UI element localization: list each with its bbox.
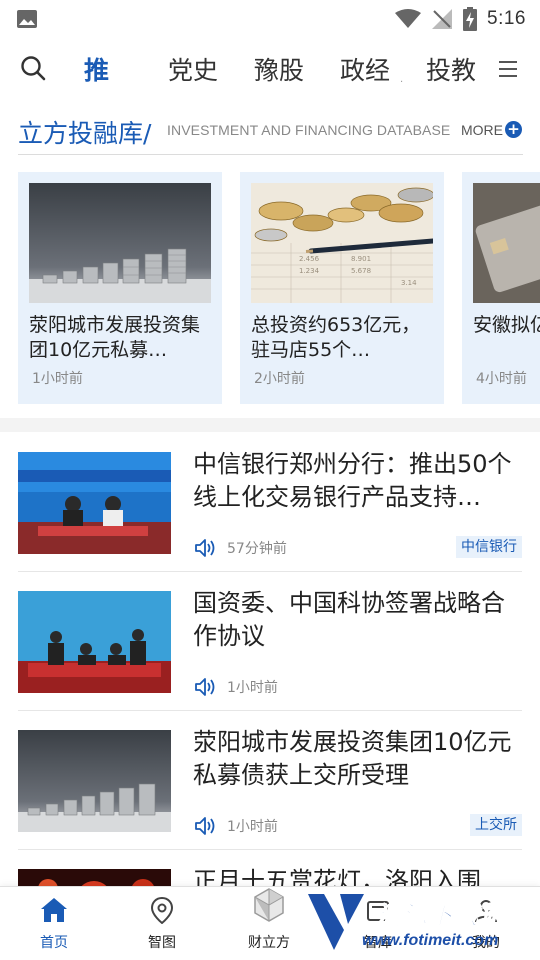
svg-text:5.678: 5.678 bbox=[351, 267, 371, 275]
no-signal-icon bbox=[432, 9, 453, 29]
news-time: 1小时前 bbox=[227, 680, 278, 696]
menu-icon[interactable] bbox=[497, 58, 519, 80]
news-image-signing-ceremony bbox=[18, 452, 171, 554]
home-icon bbox=[41, 898, 67, 922]
nav-label: 首页 bbox=[40, 935, 68, 951]
status-icons: 5:16 bbox=[395, 7, 526, 31]
bottom-nav: 首页 智图 财立方 智库 我的 bbox=[0, 886, 540, 960]
card-time: 4小时前 bbox=[476, 371, 527, 387]
status-bar: 5:16 bbox=[0, 0, 540, 38]
card-time: 1小时前 bbox=[32, 371, 83, 387]
news-time: 1小时前 bbox=[227, 819, 278, 835]
database-carousel[interactable]: 荥阳城市发展投资集团10亿元私募… 1小时前 2.456 8.901 1.234 5.… bbox=[0, 172, 540, 404]
news-item[interactable]: 中信银行郑州分行：推出50个线上化交易银行产品支持… 57分钟前 中信银行 bbox=[18, 434, 522, 572]
cube-logo-icon bbox=[254, 888, 284, 922]
more-link[interactable]: MORE bbox=[461, 122, 503, 138]
card-title: 荥阳城市发展投资集团10亿元私募… bbox=[29, 314, 201, 361]
news-image-agreement-signing bbox=[18, 591, 171, 693]
map-pin-icon bbox=[150, 896, 174, 924]
speaker-icon[interactable] bbox=[194, 537, 216, 559]
news-title: 荥阳城市发展投资集团10亿元私募债获上交所受理 bbox=[193, 728, 512, 789]
tab-separator: . bbox=[400, 74, 404, 85]
profile-icon bbox=[475, 900, 497, 923]
tab-party-history[interactable]: 党史 bbox=[168, 51, 228, 87]
news-image-coins bbox=[18, 730, 171, 832]
tab-politics-economy[interactable]: 政经 bbox=[340, 51, 400, 87]
wifi-icon bbox=[395, 9, 422, 28]
card-image-coins bbox=[29, 183, 211, 303]
section-divider bbox=[0, 418, 540, 432]
card-title: 总投资约653亿元，驻马店55个… bbox=[251, 314, 421, 361]
news-title: 国资委、中国科协签署战略合作协议 bbox=[193, 589, 505, 650]
battery-charging-icon bbox=[463, 7, 478, 31]
nav-label: 我的 bbox=[472, 935, 500, 951]
database-card[interactable]: 荥阳城市发展投资集团10亿元私募… 1小时前 bbox=[18, 172, 222, 404]
database-card[interactable]: 2.456 8.901 1.234 5.678 3.14 总投资约653亿元，驻马店55… bbox=[240, 172, 444, 404]
news-title: 中信银行郑州分行：推出50个线上化交易银行产品支持… bbox=[193, 450, 512, 511]
speaker-icon[interactable] bbox=[194, 676, 216, 698]
nav-profile[interactable]: 我的 bbox=[446, 887, 526, 960]
svg-text:1.234: 1.234 bbox=[299, 267, 320, 275]
nav-label: 智库 bbox=[364, 935, 392, 951]
nav-home[interactable]: 首页 bbox=[14, 887, 94, 960]
card-title: 安徽拟亿地方 bbox=[473, 314, 540, 336]
tab-recommend[interactable]: 推 bbox=[84, 51, 124, 87]
database-card[interactable]: 安徽拟亿地方 4小时前 bbox=[462, 172, 540, 404]
top-nav: 推 党史 豫股 政经 . 投教 bbox=[0, 40, 540, 98]
svg-text:8.901: 8.901 bbox=[351, 255, 371, 263]
news-time: 57分钟前 bbox=[227, 541, 287, 557]
image-icon bbox=[17, 10, 37, 28]
news-item[interactable]: 荥阳城市发展投资集团10亿元私募债获上交所受理 1小时前 上交所 bbox=[18, 712, 522, 850]
nav-label: 智图 bbox=[148, 935, 176, 951]
section-title: 立方投融库/ bbox=[18, 119, 152, 148]
news-item[interactable]: 国资委、中国科协签署战略合作协议 1小时前 bbox=[18, 573, 522, 711]
status-time: 5:16 bbox=[487, 8, 526, 29]
search-icon[interactable] bbox=[20, 55, 46, 81]
news-tag[interactable]: 上交所 bbox=[470, 814, 522, 836]
nav-library[interactable]: 智库 bbox=[338, 887, 418, 960]
svg-text:3.14: 3.14 bbox=[401, 279, 417, 287]
nav-cube[interactable]: 财立方 bbox=[229, 887, 309, 960]
tab-investor-education[interactable]: 投教 bbox=[426, 51, 486, 87]
speaker-icon[interactable] bbox=[194, 815, 216, 837]
news-tag[interactable]: 中信银行 bbox=[456, 536, 522, 558]
nav-map[interactable]: 智图 bbox=[122, 887, 202, 960]
section-subtitle: INVESTMENT AND FINANCING DATABASE bbox=[167, 122, 451, 138]
svg-text:2.456: 2.456 bbox=[299, 255, 320, 263]
tab-henan-stocks[interactable]: 豫股 bbox=[254, 51, 314, 87]
plus-circle-icon[interactable]: + bbox=[505, 121, 522, 138]
card-image-coins-pen: 2.456 8.901 1.234 5.678 3.14 bbox=[251, 183, 433, 303]
library-icon bbox=[367, 901, 389, 921]
card-time: 2小时前 bbox=[254, 371, 305, 387]
card-image-bank-card bbox=[473, 183, 540, 303]
nav-label: 财立方 bbox=[248, 935, 290, 951]
investment-database-header: 立方投融库/ INVESTMENT AND FINANCING DATABASE… bbox=[18, 110, 523, 155]
